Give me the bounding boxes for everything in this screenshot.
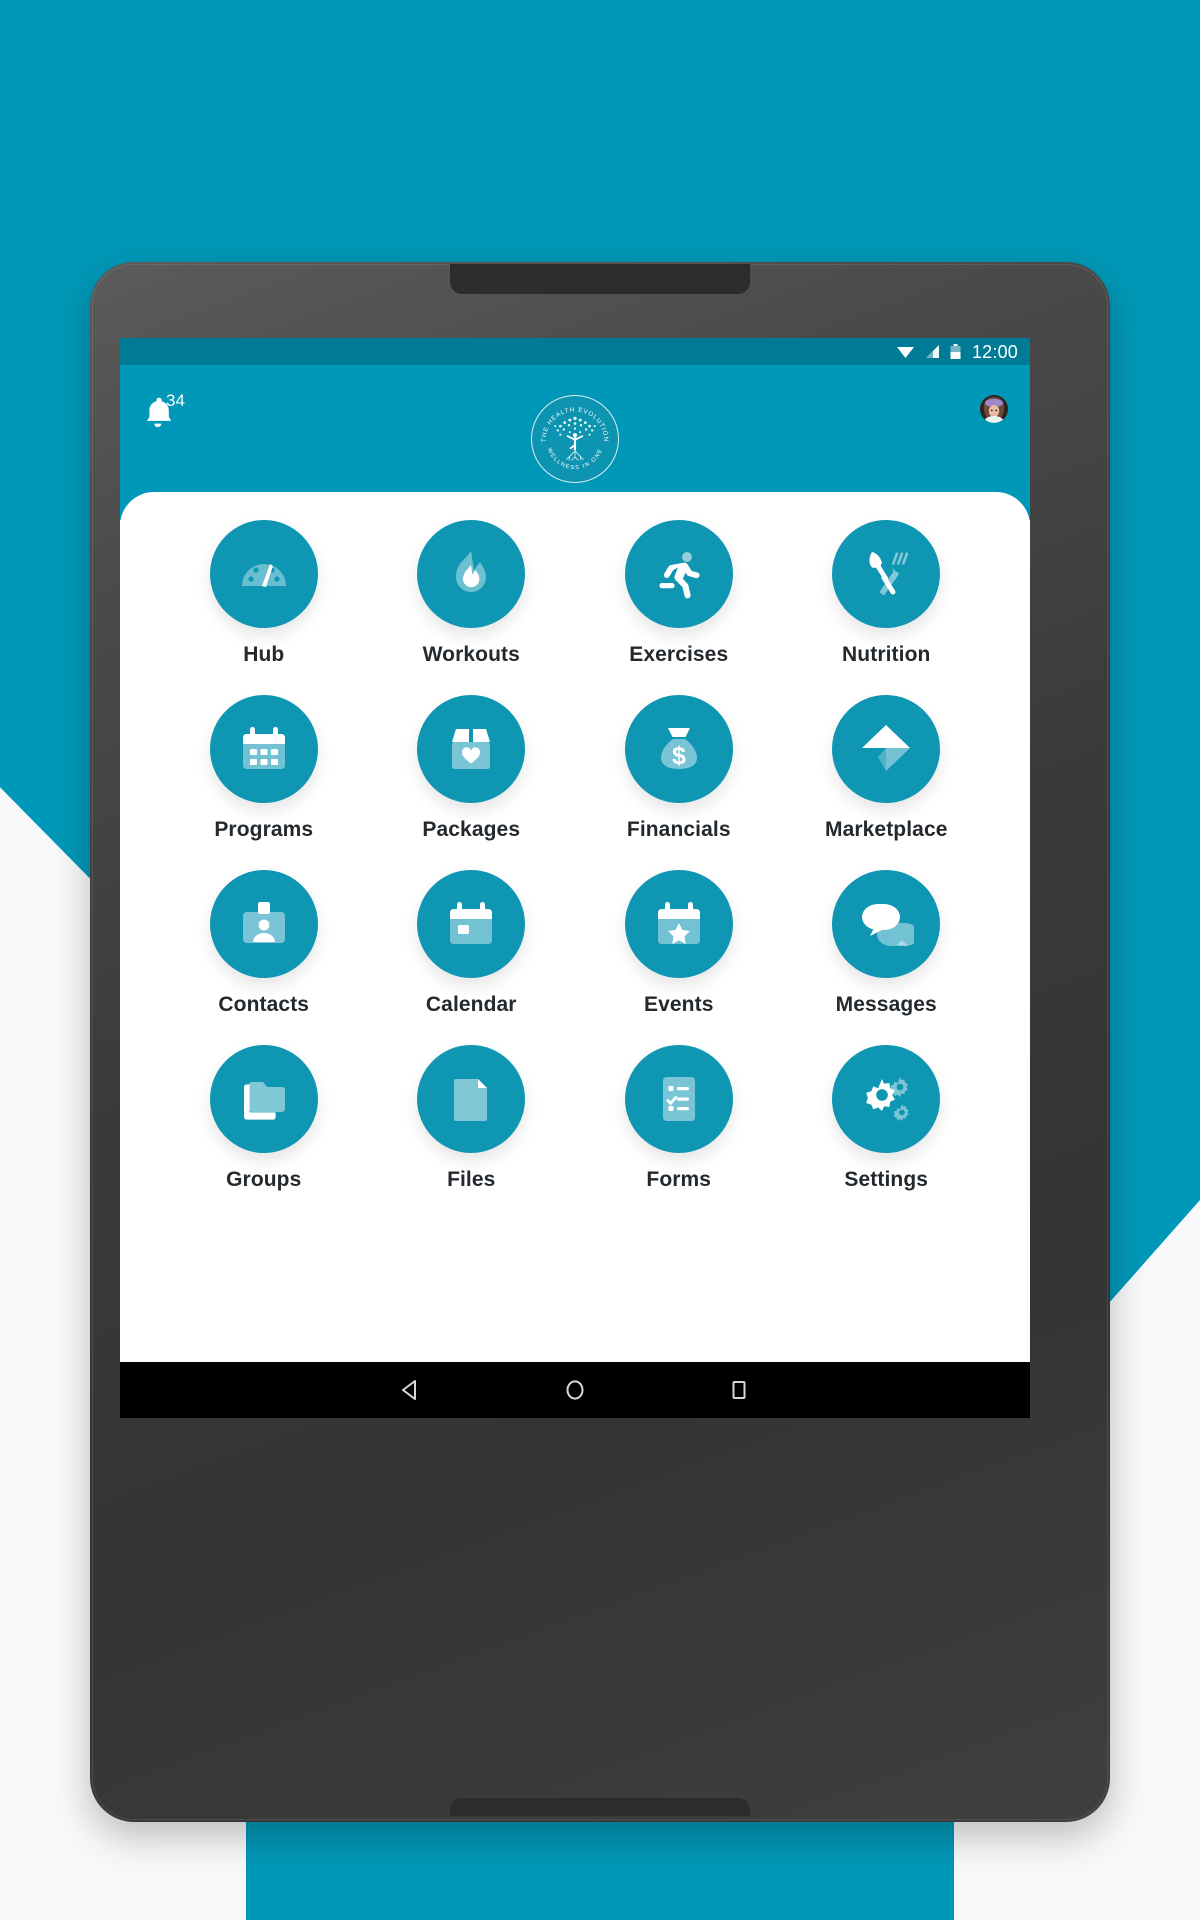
avatar[interactable] xyxy=(980,395,1008,423)
menu-tile-exercises[interactable]: Exercises xyxy=(575,520,783,667)
back-triangle-icon[interactable] xyxy=(398,1377,424,1403)
tile-icon-circle xyxy=(832,1045,941,1153)
recents-square-icon[interactable] xyxy=(726,1377,752,1403)
tile-label: Marketplace xyxy=(825,818,948,841)
tile-icon-circle xyxy=(624,520,733,628)
tile-label: Workouts xyxy=(422,643,520,666)
paper-plane-icon xyxy=(862,725,911,771)
tile-icon-circle xyxy=(209,520,318,628)
gears-icon xyxy=(866,1077,909,1121)
battery-icon xyxy=(950,343,961,359)
menu-tile-files[interactable]: Files xyxy=(368,1045,576,1192)
menu-tile-groups[interactable]: Groups xyxy=(160,1045,368,1192)
menu-tile-workouts[interactable]: Workouts xyxy=(368,520,576,667)
flame-icon xyxy=(456,551,487,592)
speaker-grill xyxy=(450,264,750,294)
calendar-icon xyxy=(450,902,493,944)
home-circle-icon[interactable] xyxy=(562,1377,588,1403)
box-heart-icon xyxy=(452,729,491,769)
menu-tile-marketplace[interactable]: Marketplace xyxy=(783,695,991,842)
tile-label: Messages xyxy=(835,993,937,1016)
id-badge-icon xyxy=(242,902,285,943)
android-navigation-bar xyxy=(120,1362,1030,1418)
tile-icon-circle xyxy=(417,870,526,978)
tablet-device: 12:00 34 THE HEALTH EVOLUTION WELLNESS I… xyxy=(90,262,1110,1822)
tile-icon-circle xyxy=(832,870,941,978)
tile-label: Calendar xyxy=(425,993,517,1016)
menu-tile-events[interactable]: Events xyxy=(575,870,783,1017)
device-screen: 12:00 34 THE HEALTH EVOLUTION WELLNESS I… xyxy=(120,338,1030,1418)
tree-logo: THE HEALTH EVOLUTION WELLNESS IN ONE xyxy=(541,406,609,471)
status-bar: 12:00 xyxy=(120,338,1030,365)
menu-tile-nutrition[interactable]: Nutrition xyxy=(783,520,991,667)
tile-label: Financials xyxy=(626,818,731,841)
tile-label: Nutrition xyxy=(842,643,931,666)
svg-text:$: $ xyxy=(672,742,686,770)
tile-icon-circle xyxy=(624,870,733,978)
menu-tile-packages[interactable]: Packages xyxy=(368,695,576,842)
menu-tile-contacts[interactable]: Contacts xyxy=(160,870,368,1017)
tile-icon-circle xyxy=(417,520,526,628)
tile-icon-circle xyxy=(624,1045,733,1153)
menu-tile-hub[interactable]: Hub xyxy=(160,520,368,667)
tile-label: Forms xyxy=(646,1168,712,1191)
menu-tile-financials[interactable]: $ Financials xyxy=(575,695,783,842)
logo-bottom-text: WELLNESS IN ONE xyxy=(546,447,604,471)
wifi-icon xyxy=(896,347,914,358)
tile-label: Settings xyxy=(844,1168,929,1191)
tile-label: Exercises xyxy=(629,643,729,666)
status-bar-clock: 12:00 xyxy=(971,341,1018,362)
tile-icon-circle xyxy=(209,695,318,803)
device-bottom-notch xyxy=(450,1798,750,1816)
tile-label: Hub xyxy=(243,643,285,666)
tile-label: Files xyxy=(447,1168,496,1191)
tile-icon-circle xyxy=(417,1045,526,1153)
calendar-grid-icon xyxy=(242,727,285,769)
menu-tile-forms[interactable]: Forms xyxy=(575,1045,783,1192)
tile-icon-circle xyxy=(832,695,941,803)
folders-icon xyxy=(243,1082,285,1120)
notifications-button[interactable]: 34 xyxy=(146,391,190,439)
money-bag-icon: $ xyxy=(660,728,697,770)
fork-knife-icon xyxy=(869,552,909,596)
tile-icon-circle: $ xyxy=(624,695,733,803)
menu-tile-programs[interactable]: Programs xyxy=(160,695,368,842)
notification-badge: 34 xyxy=(166,391,185,410)
content-sheet: Hub Workouts Exercises Nutrition Program… xyxy=(120,492,1030,1362)
app-logo: THE HEALTH EVOLUTION WELLNESS IN ONE xyxy=(531,395,619,483)
speech-bubbles-icon xyxy=(862,904,915,946)
tile-label: Packages xyxy=(422,818,521,841)
tile-icon-circle xyxy=(209,1045,318,1153)
document-icon xyxy=(454,1079,488,1121)
cellular-signal-icon xyxy=(925,345,939,358)
avatar-photo xyxy=(980,395,1008,423)
tile-label: Programs xyxy=(214,818,314,841)
checklist-icon xyxy=(662,1077,695,1121)
tile-icon-circle xyxy=(209,870,318,978)
gauge-icon xyxy=(241,564,286,587)
tile-label: Groups xyxy=(226,1168,302,1191)
tile-label: Contacts xyxy=(218,993,310,1016)
tile-icon-circle xyxy=(832,520,941,628)
tile-label: Events xyxy=(644,993,714,1016)
tile-icon-circle xyxy=(417,695,526,803)
calendar-star-icon xyxy=(657,902,700,944)
menu-tile-calendar[interactable]: Calendar xyxy=(368,870,576,1017)
running-person-icon xyxy=(659,552,700,599)
menu-tile-messages[interactable]: Messages xyxy=(783,870,991,1017)
app-menu-grid: Hub Workouts Exercises Nutrition Program… xyxy=(160,520,990,1192)
menu-tile-settings[interactable]: Settings xyxy=(783,1045,991,1192)
